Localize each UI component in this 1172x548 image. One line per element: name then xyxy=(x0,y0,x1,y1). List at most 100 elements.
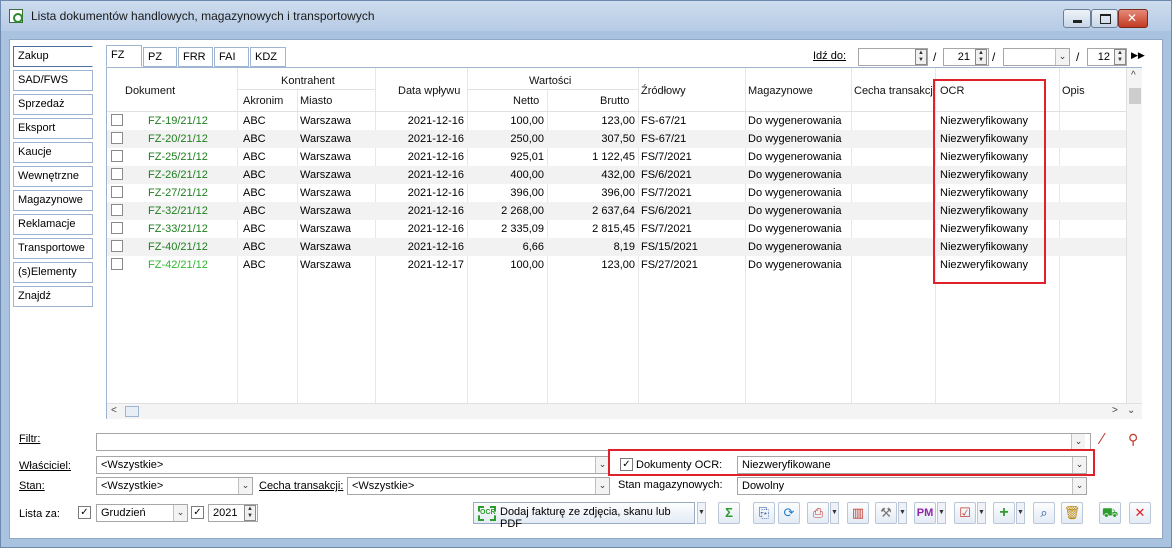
cell-dokument[interactable]: FZ-25/21/12 xyxy=(148,151,208,163)
tools-dropdown[interactable]: ▼ xyxy=(898,502,907,524)
sidebar-item-kaucje[interactable]: Kaucje xyxy=(13,142,93,163)
col-header-kontrahent[interactable]: Kontrahent xyxy=(281,75,335,87)
wlasciciel-select[interactable]: <Wszystkie> xyxy=(96,456,610,474)
sidebar-item-transportowe[interactable]: Transportowe xyxy=(13,238,93,259)
cecha-select[interactable]: <Wszystkie> xyxy=(347,477,610,495)
row-checkbox[interactable] xyxy=(111,222,123,234)
cell-miasto: Warszawa xyxy=(300,223,351,235)
columns-icon[interactable]: ▥ xyxy=(847,502,869,524)
cell-dokument[interactable]: FZ-33/21/12 xyxy=(148,223,208,235)
horizontal-scroll-thumb[interactable] xyxy=(125,406,139,417)
search-icon[interactable]: ⌕ xyxy=(1033,502,1055,524)
cell-dokument[interactable]: FZ-19/21/12 xyxy=(148,115,208,127)
add-dropdown[interactable]: ▼ xyxy=(1016,502,1025,524)
ocr-button-dropdown[interactable]: ▼ xyxy=(697,502,706,524)
print-dropdown[interactable]: ▼ xyxy=(830,502,839,524)
col-header-magazynowe[interactable]: Magazynowe xyxy=(748,85,813,97)
row-checkbox[interactable] xyxy=(111,132,123,144)
sidebar-item-wewnetrzne[interactable]: Wewnętrzne xyxy=(13,166,93,187)
add-icon[interactable]: + xyxy=(993,502,1015,524)
tab-kdz[interactable]: KDZ xyxy=(250,47,286,67)
refresh-icon[interactable]: ⟳ xyxy=(778,502,800,524)
year-checkbox[interactable]: ✓ xyxy=(191,506,204,519)
tab-fai[interactable]: FAI xyxy=(214,47,249,67)
goto-spin-1[interactable]: ▲ ▼ xyxy=(915,49,927,65)
sidebar-item-sprzedaz[interactable]: Sprzedaż xyxy=(13,94,93,115)
sidebar-item-sad-fws[interactable]: SAD/FWS xyxy=(13,70,93,91)
tools-icon[interactable]: ⚒ xyxy=(875,502,897,524)
tab-frr[interactable]: FRR xyxy=(178,47,213,67)
col-header-brutto[interactable]: Brutto xyxy=(600,95,629,107)
cell-dokument[interactable]: FZ-26/21/12 xyxy=(148,169,208,181)
trash-icon[interactable]: 🗑 xyxy=(1061,502,1083,524)
stan-mag-dropdown[interactable]: ⌄ xyxy=(1072,478,1086,494)
stan-dropdown[interactable]: ⌄ xyxy=(238,478,252,494)
vertical-scroll-thumb[interactable] xyxy=(1129,88,1141,104)
col-header-netto[interactable]: Netto xyxy=(513,95,539,107)
col-header-wartosci[interactable]: Wartości xyxy=(529,75,571,87)
row-checkbox[interactable] xyxy=(111,114,123,126)
scroll-down-icon[interactable]: ⌄ xyxy=(1127,405,1135,416)
sidebar-item-eksport[interactable]: Eksport xyxy=(13,118,93,139)
sum-icon[interactable]: Σ xyxy=(718,502,740,524)
tab-pz[interactable]: PZ xyxy=(143,47,177,67)
filter-clear-icon[interactable]: ⁄ xyxy=(1101,431,1104,449)
row-checkbox[interactable] xyxy=(111,204,123,216)
wlasciciel-dropdown[interactable]: ⌄ xyxy=(595,457,609,473)
scroll-left-icon[interactable]: < xyxy=(111,405,117,416)
sidebar-item-reklamacje[interactable]: Reklamacje xyxy=(13,214,93,235)
col-header-cecha[interactable]: Cecha transakcji xyxy=(854,85,935,97)
goto-dropdown-3[interactable]: ⌄ xyxy=(1055,49,1069,65)
row-checkbox[interactable] xyxy=(111,240,123,252)
col-header-data-wplywu[interactable]: Data wpływu xyxy=(398,85,460,97)
print-icon[interactable]: ⎙ xyxy=(807,502,829,524)
row-checkbox[interactable] xyxy=(111,186,123,198)
goto-spin-4[interactable]: ▲ ▼ xyxy=(1114,49,1126,65)
minimize-button[interactable] xyxy=(1063,9,1091,28)
month-dropdown[interactable]: ⌄ xyxy=(173,505,187,521)
stan-mag-select[interactable]: Dowolny xyxy=(737,477,1087,495)
maximize-button[interactable] xyxy=(1091,9,1118,28)
col-header-opis[interactable]: Opis xyxy=(1062,85,1085,97)
sidebar-item-znajdz[interactable]: Znajdź xyxy=(13,286,93,307)
export-icon[interactable]: ⎘ xyxy=(753,502,775,524)
row-checkbox[interactable] xyxy=(111,168,123,180)
col-header-miasto[interactable]: Miasto xyxy=(300,95,332,107)
vertical-scrollbar[interactable]: ^ xyxy=(1126,68,1142,403)
lista-za-checkbox[interactable]: ✓ xyxy=(78,506,91,519)
col-header-dokument[interactable]: Dokument xyxy=(125,85,175,97)
col-header-akronim[interactable]: Akronim xyxy=(243,95,283,107)
check-icon[interactable]: ☑ xyxy=(954,502,976,524)
cell-dokument[interactable]: FZ-40/21/12 xyxy=(148,241,208,253)
cell-dokument[interactable]: FZ-20/21/12 xyxy=(148,133,208,145)
filter-wrench-icon[interactable]: ⚲ xyxy=(1128,431,1138,448)
pm-dropdown[interactable]: ▼ xyxy=(937,502,946,524)
goto-spin-2[interactable]: ▲ ▼ xyxy=(975,49,987,65)
pm-icon[interactable]: PM xyxy=(914,502,936,524)
transport-icon[interactable]: ⛟ xyxy=(1099,502,1121,524)
check-dropdown[interactable]: ▼ xyxy=(977,502,986,524)
row-checkbox[interactable] xyxy=(111,150,123,162)
sidebar-item-magazynowe[interactable]: Magazynowe xyxy=(13,190,93,211)
goto-last-icon[interactable]: ▶▶ xyxy=(1131,50,1145,61)
tab-fz[interactable]: FZ xyxy=(106,45,142,67)
scroll-up-icon[interactable]: ^ xyxy=(1131,70,1136,81)
cell-dokument[interactable]: FZ-32/21/12 xyxy=(148,205,208,217)
close-list-icon[interactable]: ✕ xyxy=(1129,502,1151,524)
cell-netto: 2 268,00 xyxy=(501,205,544,217)
filtr-dropdown[interactable]: ⌄ xyxy=(1071,434,1085,450)
row-checkbox[interactable] xyxy=(111,258,123,270)
scroll-right-icon[interactable]: > xyxy=(1112,405,1118,416)
stan-select[interactable]: <Wszystkie> xyxy=(96,477,253,495)
sidebar-item-elementy[interactable]: (s)Elementy xyxy=(13,262,93,283)
horizontal-scrollbar[interactable]: < > ⌄ xyxy=(107,403,1142,419)
close-button[interactable] xyxy=(1118,9,1148,28)
cell-dokument[interactable]: FZ-27/21/12 xyxy=(148,187,208,199)
cecha-dropdown[interactable]: ⌄ xyxy=(595,478,609,494)
add-invoice-ocr-button[interactable]: OCR Dodaj fakturę ze zdjęcia, skanu lub … xyxy=(473,502,695,530)
year-spin[interactable]: ▲ ▼ xyxy=(244,505,256,521)
cell-dokument[interactable]: FZ-42/21/12 xyxy=(148,259,208,271)
col-header-zrodlowy[interactable]: Źródłowy xyxy=(641,85,686,97)
sidebar-item-zakup[interactable]: Zakup xyxy=(13,46,93,67)
cell-data: 2021-12-17 xyxy=(407,259,464,271)
